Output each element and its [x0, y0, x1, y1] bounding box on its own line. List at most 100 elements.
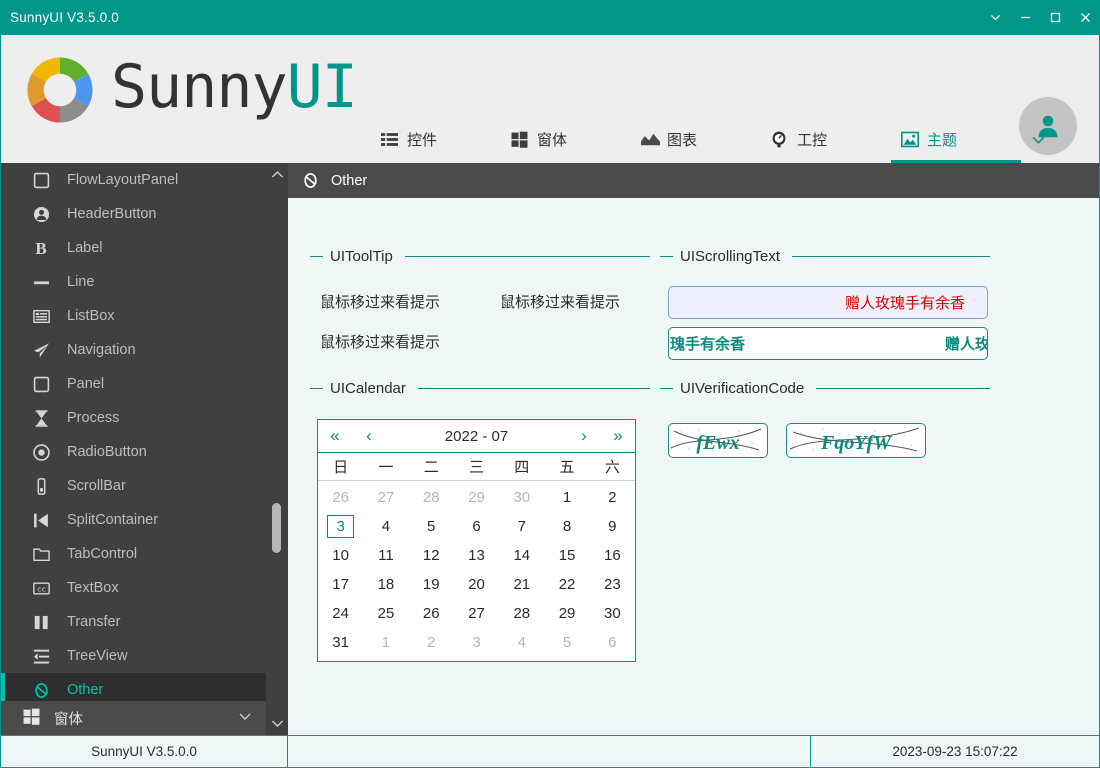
sidebar-item-tabcontrol[interactable]: TabControl: [1, 537, 288, 571]
sidebar-item-scrollbar[interactable]: ScrollBar: [1, 469, 288, 503]
calendar-header: « ‹ 2022 - 07 › »: [318, 420, 635, 453]
calendar-day[interactable]: 30: [499, 483, 544, 512]
calendar-day[interactable]: 7: [499, 512, 544, 541]
calendar-month-label: 2022 - 07: [386, 428, 567, 445]
calendar-prev-year-button[interactable]: «: [318, 426, 352, 446]
calendar-day[interactable]: 20: [454, 570, 499, 599]
calendar-day-label: 30: [604, 605, 621, 622]
calendar-day-label: 1: [382, 634, 390, 651]
calendar-day[interactable]: 14: [499, 541, 544, 570]
calendar-next-year-button[interactable]: »: [601, 426, 635, 446]
calendar-day[interactable]: 6: [590, 628, 635, 657]
sidebar-item-listbox[interactable]: ListBox: [1, 299, 288, 333]
calendar-day[interactable]: 2: [590, 483, 635, 512]
calendar-day[interactable]: 13: [454, 541, 499, 570]
calendar-day[interactable]: 31: [318, 628, 363, 657]
sidebar-item-textbox[interactable]: cc TextBox: [1, 571, 288, 605]
tooltip-label-2[interactable]: 鼠标移过来看提示: [500, 291, 620, 312]
calendar-next-month-button[interactable]: ›: [567, 426, 601, 446]
scrollbar-thumb[interactable]: [272, 503, 281, 553]
chevron-down-icon[interactable]: [271, 715, 284, 731]
main-navigation: 控件 窗体 图表 工控: [371, 115, 1089, 163]
chevron-up-icon[interactable]: [271, 167, 284, 183]
verification-code-2[interactable]: FqoYfW: [786, 423, 926, 458]
folder-icon: [31, 544, 51, 564]
sidebar-item-splitcontainer[interactable]: SplitContainer: [1, 503, 288, 537]
sidebar-item-navigation[interactable]: Navigation: [1, 333, 288, 367]
calendar-day[interactable]: 27: [363, 483, 408, 512]
calendar-day-label: 27: [378, 489, 395, 506]
calendar-day[interactable]: 6: [454, 512, 499, 541]
group-title: UICalendar: [310, 380, 650, 397]
calendar-day[interactable]: 8: [544, 512, 589, 541]
tab-chuangti[interactable]: 窗体: [501, 115, 631, 163]
sidebar-item-other[interactable]: Other: [1, 673, 288, 701]
sidebar-item-panel[interactable]: Panel: [1, 367, 288, 401]
title-bar: SunnyUI V3.5.0.0: [0, 0, 1100, 35]
calendar-day[interactable]: 3: [454, 628, 499, 657]
sidebar-item-treeview[interactable]: TreeView: [1, 639, 288, 673]
calendar-day[interactable]: 26: [318, 483, 363, 512]
scrolling-text-1: 赠人玫瑰手有余香: [845, 292, 965, 313]
calendar-day[interactable]: 30: [590, 599, 635, 628]
calendar-day[interactable]: 17: [318, 570, 363, 599]
calendar-day[interactable]: 11: [363, 541, 408, 570]
sidebar-item-line[interactable]: Line: [1, 265, 288, 299]
calendar-day[interactable]: 26: [409, 599, 454, 628]
tab-gongkong[interactable]: 工控: [761, 115, 891, 163]
tab-label: 控件: [407, 129, 437, 150]
calendar-day[interactable]: 29: [544, 599, 589, 628]
maximize-icon[interactable]: [1040, 0, 1070, 35]
tab-kongjian[interactable]: 控件: [371, 115, 501, 163]
tooltip-label-1[interactable]: 鼠标移过来看提示: [320, 291, 440, 312]
sidebar-scrollbar[interactable]: [266, 163, 288, 735]
calendar-day[interactable]: 4: [363, 512, 408, 541]
content-area: Other UIToolTip 鼠标移过来看提示 鼠标移过来看提示 鼠标移过来看…: [288, 163, 1099, 735]
calendar-day[interactable]: 24: [318, 599, 363, 628]
calendar-day[interactable]: 4: [499, 628, 544, 657]
calendar-day[interactable]: 15: [544, 541, 589, 570]
scrolling-text-box-2[interactable]: 瑰手有余香 赠人玫: [668, 327, 988, 360]
calendar-day[interactable]: 23: [590, 570, 635, 599]
calendar-day[interactable]: 9: [590, 512, 635, 541]
tab-zhuti[interactable]: 主题: [891, 115, 1021, 163]
calendar-day[interactable]: 5: [544, 628, 589, 657]
calendar-day[interactable]: 27: [454, 599, 499, 628]
scrolling-text-2-right: 赠人玫: [945, 333, 988, 354]
sidebar-item-headerbutton[interactable]: HeaderButton: [1, 197, 288, 231]
calendar-day[interactable]: 2: [409, 628, 454, 657]
calendar-day[interactable]: 18: [363, 570, 408, 599]
calendar-day[interactable]: 25: [363, 599, 408, 628]
sidebar-item-label[interactable]: B Label: [1, 231, 288, 265]
calendar-day[interactable]: 10: [318, 541, 363, 570]
calendar-prev-month-button[interactable]: ‹: [352, 426, 386, 446]
verification-code-1[interactable]: fEwx: [668, 423, 768, 458]
calendar-day[interactable]: 1: [363, 628, 408, 657]
tab-tubiao[interactable]: 图表: [631, 115, 761, 163]
scrollbar-track[interactable]: [266, 183, 288, 715]
tooltip-label-3[interactable]: 鼠标移过来看提示: [320, 331, 440, 352]
calendar-day[interactable]: 29: [454, 483, 499, 512]
sidebar-item-transfer[interactable]: Transfer: [1, 605, 288, 639]
calendar-day[interactable]: 1: [544, 483, 589, 512]
sidebar-item-process[interactable]: Process: [1, 401, 288, 435]
calendar-day[interactable]: 5: [409, 512, 454, 541]
calendar-day[interactable]: 28: [499, 599, 544, 628]
sidebar-item-radiobutton[interactable]: RadioButton: [1, 435, 288, 469]
calendar-day[interactable]: 19: [409, 570, 454, 599]
calendar-day[interactable]: 12: [409, 541, 454, 570]
calendar-day[interactable]: 3: [318, 512, 363, 541]
scrolling-text-box-1[interactable]: 赠人玫瑰手有余香: [668, 286, 988, 319]
calendar-day[interactable]: 22: [544, 570, 589, 599]
close-icon[interactable]: [1070, 0, 1100, 35]
calendar-day[interactable]: 21: [499, 570, 544, 599]
chevron-down-icon[interactable]: [980, 0, 1010, 35]
chevron-down-icon[interactable]: [238, 709, 252, 727]
calendar-day[interactable]: 28: [409, 483, 454, 512]
chevron-down-icon[interactable]: [1021, 115, 1055, 163]
minimize-icon[interactable]: [1010, 0, 1040, 35]
status-middle: [288, 736, 811, 767]
sidebar-item-flowlayoutpanel[interactable]: FlowLayoutPanel: [1, 163, 288, 197]
sidebar-bottom-item-chuangti[interactable]: 窗体: [1, 701, 288, 735]
calendar-day[interactable]: 16: [590, 541, 635, 570]
